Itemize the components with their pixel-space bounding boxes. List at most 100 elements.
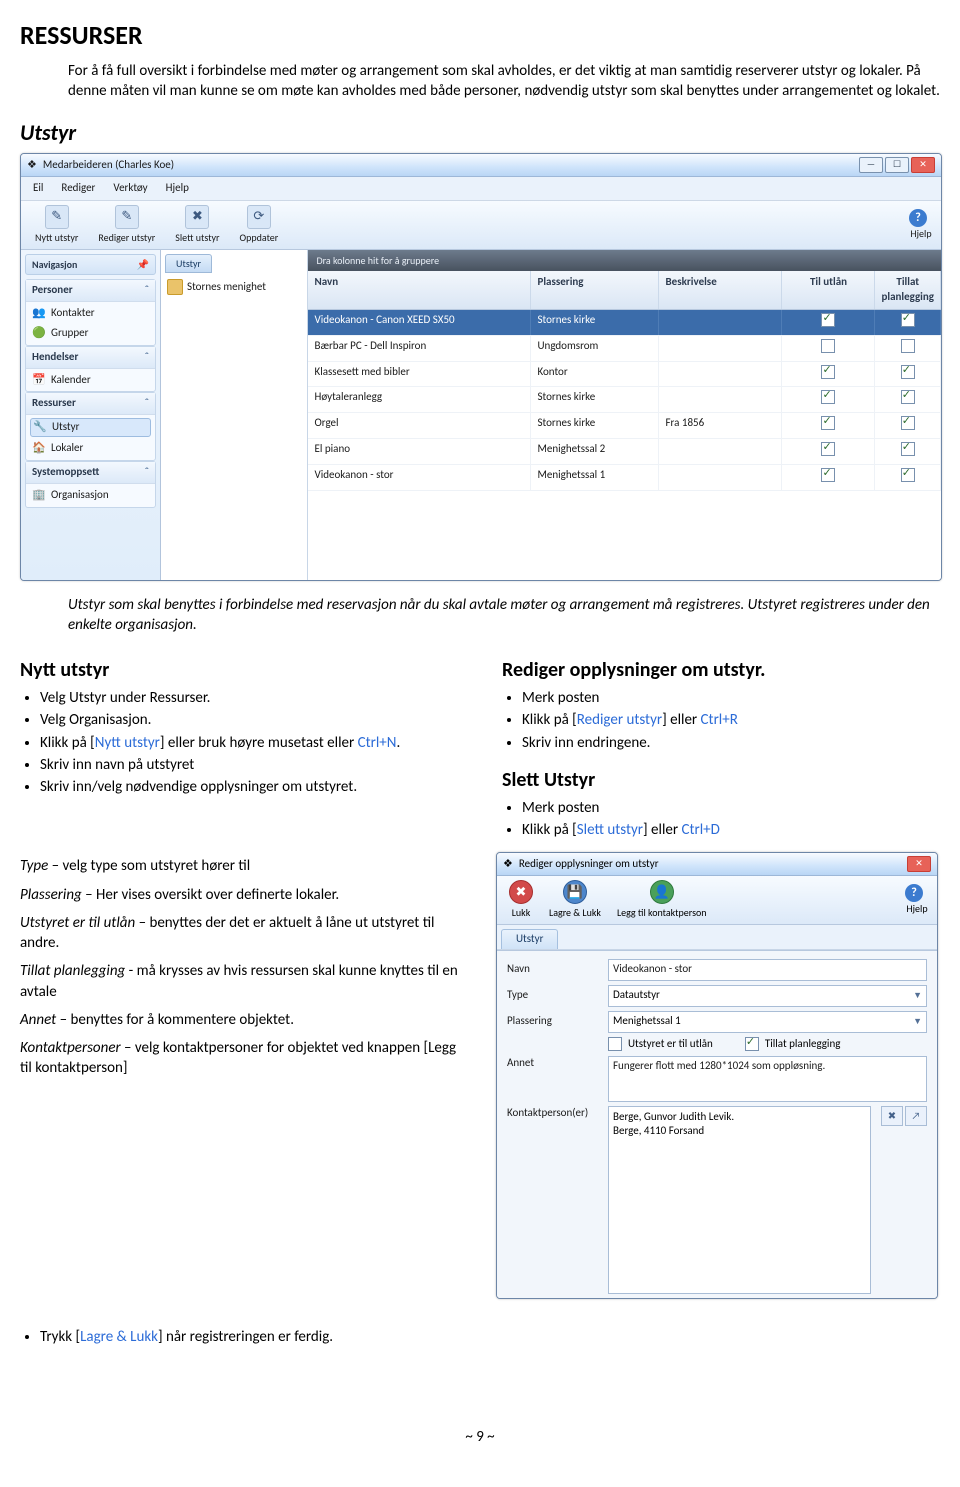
nytt-utstyr-button[interactable]: ✎ Nytt utstyr xyxy=(25,203,88,247)
definition: Tillat planlegging - må krysses av hvis … xyxy=(20,961,468,1002)
checkbox[interactable] xyxy=(901,416,915,430)
org-icon xyxy=(167,279,183,295)
new-icon: ✎ xyxy=(45,205,69,229)
nav-item-lokaler[interactable]: 🏠Lokaler xyxy=(30,440,151,457)
table-row[interactable]: Videokanon - storMenighetssal 1 xyxy=(308,465,941,491)
window-title: Medarbeideren (Charles Koe) xyxy=(43,158,853,173)
nav-item-organisasjon[interactable]: 🏢Organisasjon xyxy=(30,487,151,504)
col-plassering[interactable]: Plassering xyxy=(531,271,659,309)
dialog-help-icon[interactable]: ? xyxy=(905,884,923,902)
col-til-utlan[interactable]: Til utlån xyxy=(782,271,875,309)
col-navn[interactable]: Navn xyxy=(308,271,531,309)
checkbox[interactable] xyxy=(901,339,915,353)
checkbox[interactable] xyxy=(901,313,915,327)
menu-hjelp[interactable]: Hjelp xyxy=(158,179,197,198)
dialog-lukk-button[interactable]: ✖ Lukk xyxy=(501,878,541,922)
nav-group-head[interactable]: Personerˆ xyxy=(26,280,155,302)
tree-item[interactable]: Stornes menighet xyxy=(165,277,303,297)
oppdater-button[interactable]: ⟳ Oppdater xyxy=(229,203,288,247)
checkbox[interactable] xyxy=(821,313,835,327)
dialog-legg-til-kontaktperson-button[interactable]: 👤 Legg til kontaktperson xyxy=(609,878,715,922)
open-contact-button[interactable]: ↗ xyxy=(905,1106,927,1126)
close-icon: ✖ xyxy=(509,880,533,904)
nytt-utstyr-heading: Nytt utstyr xyxy=(20,657,458,684)
rediger-heading: Rediger opplysninger om utstyr. xyxy=(502,657,940,684)
list-item: Skriv inn navn på utstyret xyxy=(40,755,458,775)
slett-utstyr-button[interactable]: ✖ Slett utstyr xyxy=(165,203,229,247)
checkbox[interactable] xyxy=(821,365,835,379)
field-definitions: Type – velg type som utstyret hører tilP… xyxy=(20,856,468,1078)
utlan-checkbox[interactable] xyxy=(608,1037,622,1051)
maximize-button[interactable]: ☐ xyxy=(885,157,909,173)
checkbox[interactable] xyxy=(901,365,915,379)
nav-group-personer: Personerˆ 👥Kontakter 🟢Grupper xyxy=(25,279,156,346)
table-row[interactable]: Bærbar PC - Dell InspironUngdomsrom xyxy=(308,336,941,362)
slett-list: Merk postenKlikk på [Slett utstyr] eller… xyxy=(502,798,940,841)
rediger-utstyr-button[interactable]: ✎ Rediger utstyr xyxy=(88,203,165,247)
table-row[interactable]: Klassesett med biblerKontor xyxy=(308,362,941,388)
pin-icon[interactable]: 📌 xyxy=(137,258,149,272)
nav-icon: 🏢 xyxy=(32,488,46,502)
list-item: Velg Organisasjon. xyxy=(40,710,458,730)
page-number: ~ 9 ~ xyxy=(20,1427,940,1447)
dialog-lagre-lukk-button[interactable]: 💾 Lagre & Lukk xyxy=(541,878,609,922)
checkbox[interactable] xyxy=(821,442,835,456)
definition: Utstyret er til utlån – benyttes der det… xyxy=(20,913,468,954)
checkbox[interactable] xyxy=(901,468,915,482)
nav-item-grupper[interactable]: 🟢Grupper xyxy=(30,325,151,342)
kontaktperson-label: Kontaktperson(er) xyxy=(507,1106,602,1121)
menu-rediger[interactable]: Rediger xyxy=(53,179,103,198)
annet-textarea[interactable]: Fungerer flott med 1280*1024 som oppløsn… xyxy=(608,1056,927,1102)
dialog-close-button[interactable]: ✕ xyxy=(907,856,931,872)
dialog-icon: ❖ xyxy=(503,857,513,872)
minimize-button[interactable]: — xyxy=(859,157,883,173)
checkbox[interactable] xyxy=(821,339,835,353)
list-item: Velg Utstyr under Ressurser. xyxy=(40,688,458,708)
nav-group-head[interactable]: Ressurserˆ xyxy=(26,393,155,415)
table-row[interactable]: El pianoMenighetssal 2 xyxy=(308,439,941,465)
col-beskrivelse[interactable]: Beskrivelse xyxy=(659,271,782,309)
checkbox[interactable] xyxy=(821,468,835,482)
dialog-titlebar: ❖ Rediger opplysninger om utstyr ✕ xyxy=(497,853,937,876)
close-button[interactable]: ✕ xyxy=(911,157,935,173)
checkbox[interactable] xyxy=(821,416,835,430)
utstyr-note: Utstyr som skal benyttes i forbindelse m… xyxy=(68,595,940,636)
nav-group-head[interactable]: Systemoppsettˆ xyxy=(26,462,155,484)
plassering-select[interactable]: Menighetssal 1 ▼ xyxy=(608,1011,927,1033)
col-tillat[interactable]: Tillat planlegging xyxy=(875,271,941,309)
type-select[interactable]: Datautstyr ▼ xyxy=(608,985,927,1007)
navn-field[interactable]: Videokanon - stor xyxy=(608,959,927,981)
table-row[interactable]: Videokanon - Canon XEED SX50Stornes kirk… xyxy=(308,310,941,336)
data-grid: Dra kolonne hit for å gruppere Navn Plas… xyxy=(308,250,941,580)
nav-group-head[interactable]: Hendelserˆ xyxy=(26,347,155,369)
refresh-icon: ⟳ xyxy=(247,205,271,229)
menu-verktoy[interactable]: Verktøy xyxy=(105,179,155,198)
table-row[interactable]: OrgelStornes kirkeFra 1856 xyxy=(308,413,941,439)
help-icon[interactable]: ? xyxy=(909,209,927,227)
save-icon: 💾 xyxy=(563,880,587,904)
add-contact-icon: 👤 xyxy=(650,880,674,904)
nytt-utstyr-list: Velg Utstyr under Ressurser.Velg Organis… xyxy=(20,688,458,797)
group-by-bar[interactable]: Dra kolonne hit for å gruppere xyxy=(308,250,941,272)
dialog-title: Rediger opplysninger om utstyr xyxy=(519,857,901,872)
dialog-screenshot: ❖ Rediger opplysninger om utstyr ✕ ✖ Luk… xyxy=(496,852,938,1298)
chevron-icon: ˆ xyxy=(145,396,149,411)
tillat-checkbox[interactable] xyxy=(745,1037,759,1051)
list-item: Merk posten xyxy=(522,798,940,818)
final-instruction: Trykk [Lagre & Lukk] når registreringen … xyxy=(40,1327,940,1347)
type-label: Type xyxy=(507,988,602,1003)
nav-item-kalender[interactable]: 📅Kalender xyxy=(30,372,151,389)
remove-contact-button[interactable]: ✖ xyxy=(881,1106,903,1126)
menu-file[interactable]: Eil xyxy=(25,179,51,198)
checkbox[interactable] xyxy=(821,390,835,404)
nav-icon: 👥 xyxy=(32,306,46,320)
table-row[interactable]: HøytaleranleggStornes kirke xyxy=(308,387,941,413)
dialog-tab-utstyr[interactable]: Utstyr xyxy=(501,929,558,949)
kontaktperson-listbox[interactable]: Berge, Gunvor Judith Levik. Berge, 4110 … xyxy=(608,1106,871,1294)
list-item: Klikk på [Nytt utstyr] eller bruk høyre … xyxy=(40,733,458,753)
nav-item-kontakter[interactable]: 👥Kontakter xyxy=(30,305,151,322)
tab-utstyr[interactable]: Utstyr xyxy=(165,254,212,274)
nav-item-utstyr[interactable]: 🔧Utstyr xyxy=(30,418,151,437)
checkbox[interactable] xyxy=(901,442,915,456)
checkbox[interactable] xyxy=(901,390,915,404)
